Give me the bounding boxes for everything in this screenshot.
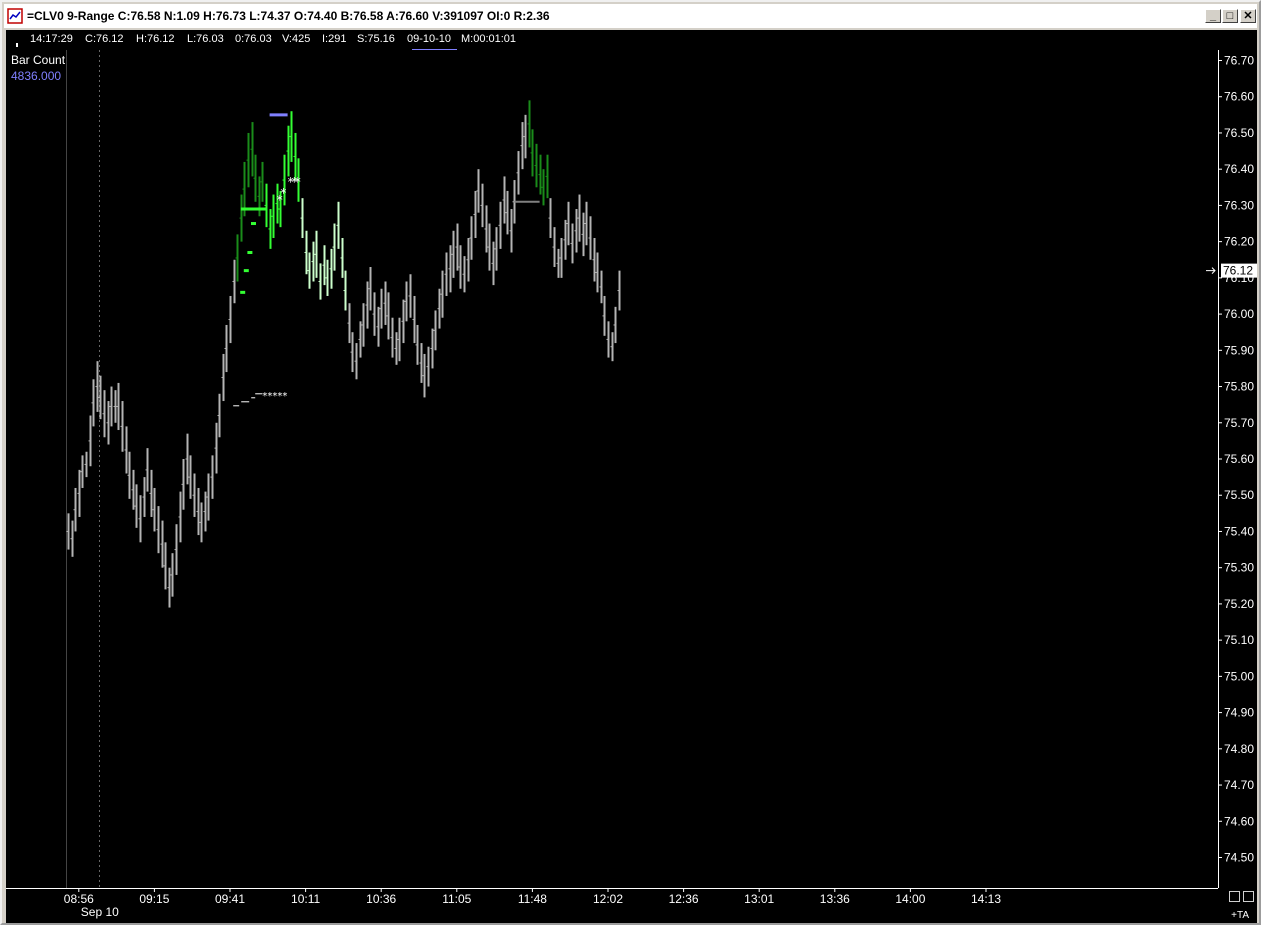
- y-tick-label: 75.70: [1224, 416, 1254, 430]
- x-tick-label: 13:36: [820, 892, 850, 906]
- app-icon: [7, 8, 23, 24]
- y-tick-label: 74.70: [1224, 778, 1254, 792]
- x-tick-label: 12:36: [669, 892, 699, 906]
- date-label: Sep 10: [81, 905, 119, 919]
- signal-dash: [247, 251, 253, 255]
- y-tick-label: 75.40: [1224, 524, 1254, 538]
- window-title: =CLV0 9-Range C:76.58 N:1.09 H:76.73 L:7…: [27, 9, 550, 23]
- minimize-button[interactable]: _: [1205, 9, 1221, 23]
- x-tick-label: 09:15: [139, 892, 169, 906]
- ta-label[interactable]: +TA: [1231, 910, 1249, 921]
- signal-star: *: [295, 175, 301, 189]
- x-tick-label: 10:36: [366, 892, 396, 906]
- y-tick-label: 76.70: [1224, 54, 1254, 68]
- y-tick-label: 75.80: [1224, 380, 1254, 394]
- y-tick-label: 74.90: [1224, 706, 1254, 720]
- last-price-arrow-icon: [1206, 267, 1216, 274]
- chart-area[interactable]: 14:17:29 C:76.12 H:76.12 L:76.03 0:76.03…: [6, 30, 1257, 923]
- ghost-star: *: [282, 391, 287, 402]
- price-chart[interactable]: ****** * * * * 76.7076.6076.5076.4076.3076.2…: [6, 30, 1257, 923]
- close-button[interactable]: ✕: [1240, 9, 1256, 23]
- y-tick-label: 74.50: [1224, 851, 1254, 865]
- signal-dash: [240, 290, 246, 294]
- y-tick-label: 75.30: [1224, 561, 1254, 575]
- x-tick-label: 12:02: [593, 892, 623, 906]
- last-price-label: 76.12: [1223, 264, 1253, 278]
- x-tick-label: 14:00: [895, 892, 925, 906]
- y-tick-label: 74.80: [1224, 742, 1254, 756]
- signal-dash: [251, 222, 256, 226]
- y-tick-label: 75.50: [1224, 488, 1254, 502]
- y-tick-label: 76.00: [1224, 307, 1254, 321]
- x-tick-label: 11:48: [518, 892, 547, 906]
- y-tick-label: 75.90: [1224, 343, 1254, 357]
- y-tick-label: 76.20: [1224, 235, 1254, 249]
- x-tick-label: 09:41: [215, 892, 245, 906]
- y-tick-label: 75.10: [1224, 633, 1254, 647]
- x-tick-label: 13:01: [744, 892, 774, 906]
- chart-window: =CLV0 9-Range C:76.58 N:1.09 H:76.73 L:7…: [0, 0, 1261, 925]
- x-tick-label: 08:56: [64, 892, 94, 906]
- y-tick-label: 75.20: [1224, 597, 1254, 611]
- title-bar[interactable]: =CLV0 9-Range C:76.58 N:1.09 H:76.73 L:7…: [4, 4, 1257, 28]
- bars-layer: [66, 100, 621, 608]
- y-tick-label: 74.60: [1224, 814, 1254, 828]
- y-tick-label: 76.40: [1224, 162, 1254, 176]
- date-underline: [412, 49, 457, 50]
- y-tick-label: 75.00: [1224, 669, 1254, 683]
- x-tick-label: 14:13: [971, 892, 1001, 906]
- y-tick-label: 76.50: [1224, 126, 1254, 140]
- x-tick-label: 11:05: [442, 892, 471, 906]
- corner-box-right[interactable]: [1243, 891, 1254, 902]
- y-tick-label: 75.60: [1224, 452, 1254, 466]
- tick-marker: [16, 43, 18, 47]
- y-tick-label: 76.60: [1224, 90, 1254, 104]
- y-tick-label: 76.30: [1224, 198, 1254, 212]
- x-tick-label: 10:11: [291, 892, 320, 906]
- maximize-button[interactable]: □: [1222, 9, 1238, 23]
- signal-dash: [243, 269, 249, 273]
- signal-star: *: [280, 186, 286, 200]
- corner-box-left[interactable]: [1229, 891, 1240, 902]
